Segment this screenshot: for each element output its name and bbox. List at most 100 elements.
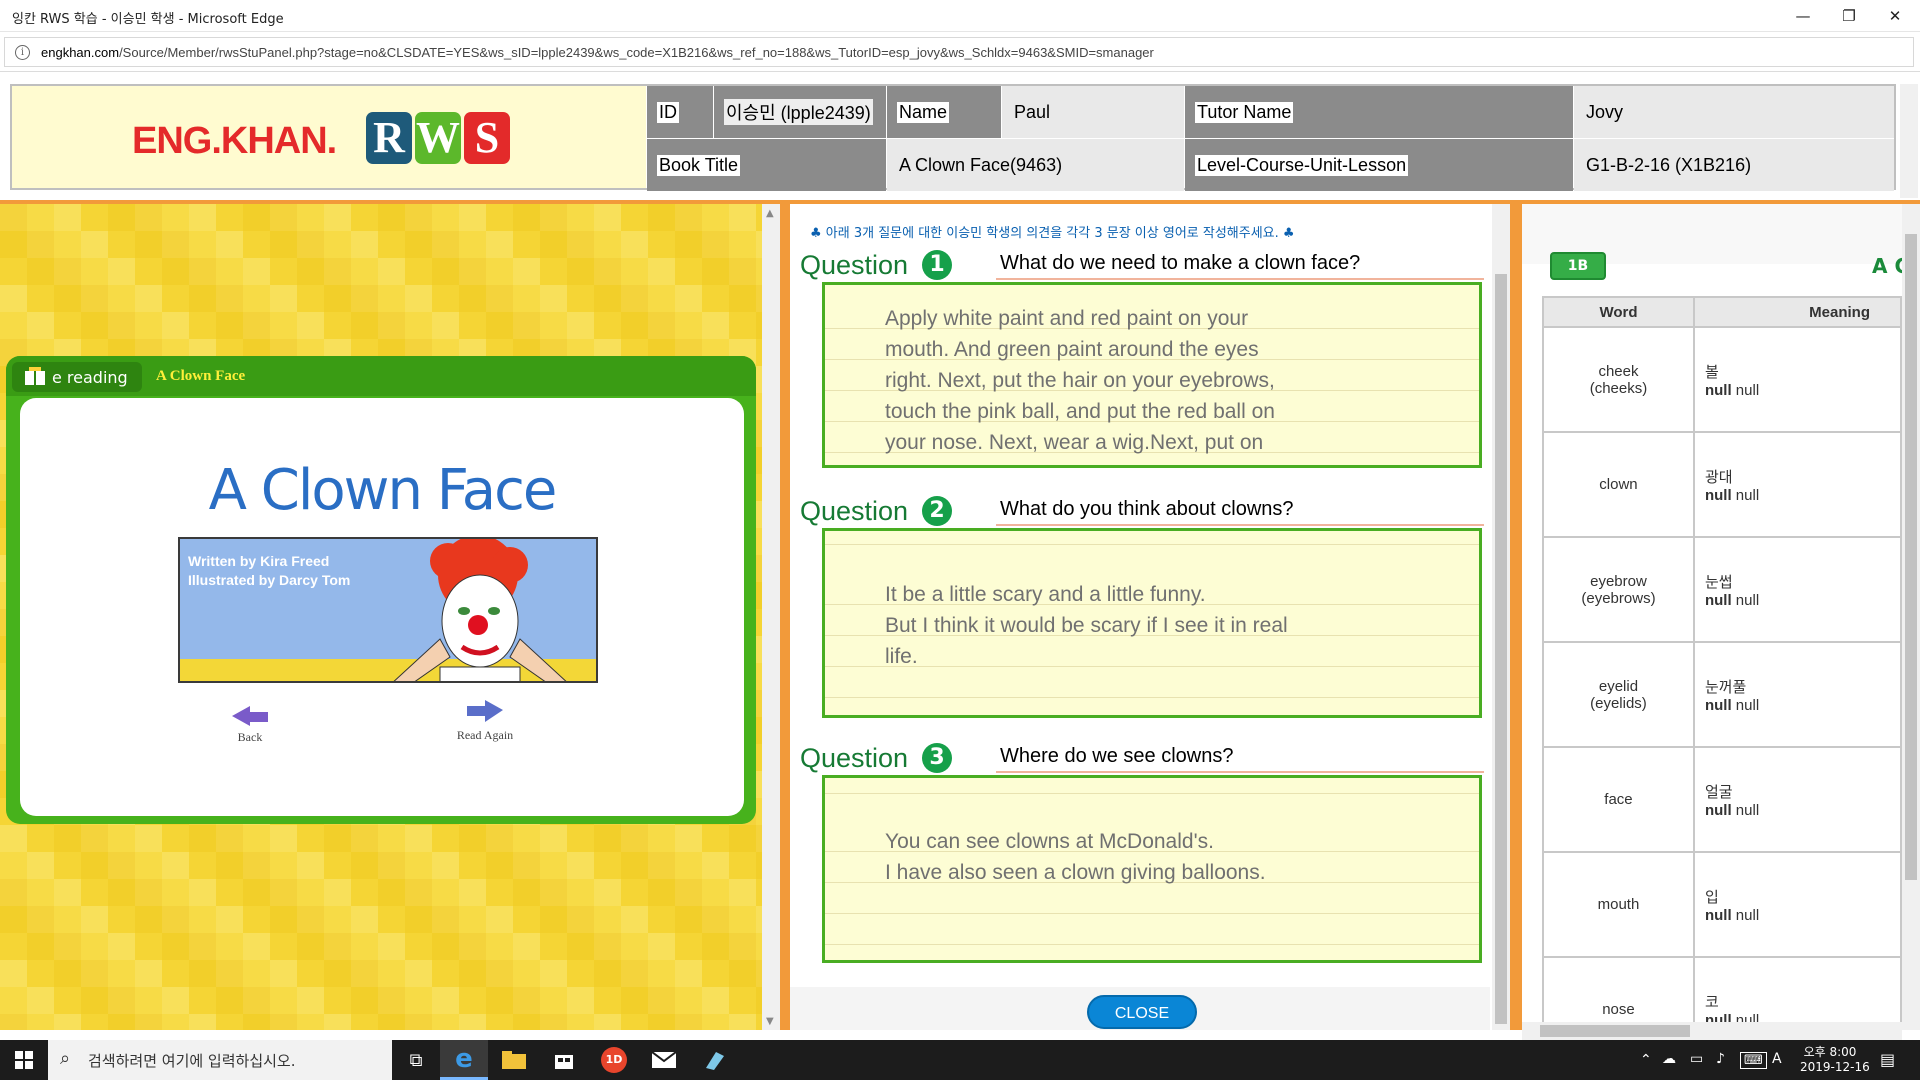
bg-tile — [621, 1014, 648, 1030]
bg-tile — [81, 906, 108, 933]
bg-tile — [135, 960, 162, 987]
answer-3-box[interactable]: You can see clowns at McDonald's. I have… — [822, 775, 1482, 963]
notification-icon[interactable]: ▤ — [1880, 1050, 1895, 1069]
answer-2-box[interactable]: It be a little scary and a little funny.… — [822, 528, 1482, 718]
store-icon[interactable] — [540, 1040, 588, 1080]
header-scrollbar[interactable] — [1900, 84, 1918, 198]
bg-tile — [540, 231, 567, 258]
bg-tile — [270, 933, 297, 960]
answer-1-box[interactable]: Apply white paint and red paint on your … — [822, 282, 1482, 468]
mail-icon[interactable] — [640, 1040, 688, 1080]
restore-icon[interactable]: ❐ — [1826, 0, 1872, 32]
app-1d-icon[interactable]: 1D — [590, 1040, 638, 1080]
vocab-word: eyelid (eyelids) — [1542, 641, 1695, 748]
bg-tile — [27, 825, 54, 852]
bg-tile — [540, 987, 567, 1014]
vocab-word: eyebrow (eyebrows) — [1542, 536, 1695, 643]
bg-tile — [729, 960, 756, 987]
bg-tile — [432, 879, 459, 906]
bg-tile — [621, 933, 648, 960]
bg-tile — [648, 231, 675, 258]
volume-icon[interactable]: ♪ — [1716, 1051, 1725, 1067]
close-window-icon[interactable]: ✕ — [1872, 0, 1918, 32]
answer-1-line: right. Next, put the hair on your eyebro… — [885, 369, 1275, 392]
bg-tile — [459, 933, 486, 960]
network-icon[interactable]: ▭ — [1690, 1051, 1703, 1067]
bg-tile — [81, 825, 108, 852]
scroll-thumb[interactable] — [1495, 274, 1507, 1024]
vocab-meaning-text: 입 — [1704, 888, 1719, 906]
scroll-up-icon[interactable]: ▲ — [766, 208, 774, 219]
bg-tile — [729, 933, 756, 960]
bg-tile — [351, 879, 378, 906]
read-again-button[interactable]: Read Again — [445, 698, 525, 743]
bg-tile — [675, 258, 702, 285]
search-placeholder: 검색하려면 여기에 입력하십시오. — [88, 1051, 296, 1070]
ebook-header-title: A Clown Face — [156, 368, 246, 384]
bg-tile — [189, 987, 216, 1014]
start-button[interactable] — [0, 1040, 48, 1080]
bg-tile — [216, 852, 243, 879]
vocab-word-plural: (eyelids) — [1590, 694, 1647, 712]
bg-tile — [108, 231, 135, 258]
bg-tile — [405, 825, 432, 852]
bg-tile — [54, 204, 81, 231]
bg-tile — [459, 960, 486, 987]
back-arrow-icon — [232, 706, 268, 726]
bg-tile — [702, 285, 729, 312]
bg-tile — [135, 258, 162, 285]
task-view-icon[interactable]: ⧉ — [392, 1040, 440, 1080]
site-logo[interactable]: ENG.KHAN. R W S — [12, 86, 646, 188]
logo-text: ENG.KHAN. — [132, 120, 337, 163]
onedrive-icon[interactable]: ☁ — [1662, 1051, 1676, 1067]
bg-tile — [540, 933, 567, 960]
vocab-scrollbar[interactable] — [1902, 204, 1920, 1030]
bg-tile — [297, 960, 324, 987]
vocab-word: mouth — [1542, 851, 1695, 958]
bg-tile — [594, 312, 621, 339]
clock[interactable]: 오후 8:00 2019-12-16 — [1800, 1043, 1870, 1074]
ebook-scrollbar[interactable]: ▲ ▼ — [762, 204, 780, 1030]
ime-indicator[interactable]: A — [1772, 1051, 1782, 1067]
bg-tile — [702, 1014, 729, 1030]
tray-chevron-icon[interactable]: ⌃ — [1640, 1052, 1652, 1068]
bg-tile — [162, 204, 189, 231]
file-explorer-icon[interactable] — [490, 1040, 538, 1080]
bg-tile — [729, 825, 756, 852]
bg-tile — [297, 204, 324, 231]
bg-tile — [459, 987, 486, 1014]
vocab-word: cheek (cheeks) — [1542, 326, 1695, 433]
bg-tile — [108, 879, 135, 906]
close-button[interactable]: CLOSE — [1087, 995, 1197, 1029]
url-text[interactable]: engkhan.com/Source/Member/rwsStuPanel.ph… — [41, 45, 1154, 60]
bg-tile — [486, 231, 513, 258]
bg-tile — [189, 933, 216, 960]
vocab-hscrollbar[interactable] — [1522, 1022, 1902, 1040]
site-info-icon[interactable]: i — [15, 45, 30, 60]
hscroll-thumb[interactable] — [1540, 1025, 1690, 1037]
vocab-meaning: 코 null null — [1692, 956, 1902, 1030]
url-field[interactable]: i engkhan.com/Source/Member/rwsStuPanel.… — [4, 37, 1914, 67]
scroll-thumb[interactable] — [1905, 234, 1917, 880]
bg-tile — [243, 960, 270, 987]
bg-tile — [27, 933, 54, 960]
bg-tile — [270, 987, 297, 1014]
keyboard-icon[interactable]: ⌨ — [1740, 1052, 1767, 1069]
bg-tile — [324, 852, 351, 879]
bg-tile — [135, 852, 162, 879]
questions-scrollbar[interactable] — [1492, 204, 1510, 1030]
minimize-icon[interactable]: — — [1780, 0, 1826, 32]
bg-tile — [243, 879, 270, 906]
taskbar-search-input[interactable]: ⌕ 검색하려면 여기에 입력하십시오. — [48, 1040, 392, 1080]
pen-app-icon[interactable] — [690, 1040, 738, 1080]
scroll-down-icon[interactable]: ▼ — [766, 1016, 774, 1027]
bg-tile — [189, 231, 216, 258]
folder-icon — [502, 1051, 526, 1069]
edge-icon[interactable]: e — [440, 1040, 488, 1080]
vocab-row: mouth 입 null null — [1542, 851, 1902, 958]
bg-tile — [594, 825, 621, 852]
bg-tile — [0, 258, 27, 285]
bg-tile — [270, 879, 297, 906]
back-button[interactable]: Back — [220, 702, 280, 745]
vocab-title: A C — [1872, 254, 1902, 278]
